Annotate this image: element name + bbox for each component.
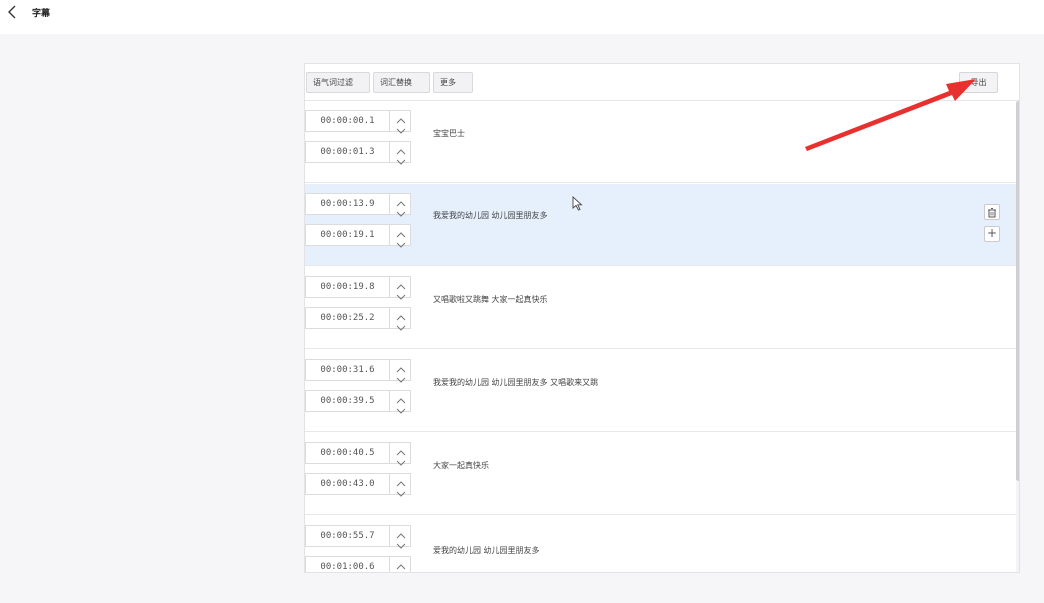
subtitle-row[interactable]: 00:00:00.1 00:00:01.3 宝宝巴士 xyxy=(305,101,1016,183)
subtitle-editor-panel: 语气词过滤 词汇替换 更多 导出 00:00:00.1 00:00:01.3 宝… xyxy=(304,63,1020,573)
start-time-value[interactable]: 00:00:31.6 xyxy=(306,360,390,380)
start-time-value[interactable]: 00:00:19.8 xyxy=(306,277,390,297)
more-button[interactable]: 更多 xyxy=(433,72,473,93)
chevron-down-icon[interactable] xyxy=(394,536,408,549)
start-time-field[interactable]: 00:00:55.7 xyxy=(305,525,411,549)
subtitle-row[interactable]: 00:00:31.6 00:00:39.5 我爱我的幼儿园 幼儿园里朋友多 又唱… xyxy=(305,350,1016,432)
subtitle-text[interactable]: 我爱我的幼儿园 幼儿园里朋友多 又唱歌来又跳 xyxy=(433,377,598,388)
end-time-field[interactable]: 00:00:19.1 xyxy=(305,224,411,248)
start-time-stepper[interactable] xyxy=(392,111,410,134)
chevron-up-icon[interactable] xyxy=(394,142,408,155)
add-row-button[interactable]: + xyxy=(984,226,1000,242)
end-time-value[interactable]: 00:01:00.6 xyxy=(306,557,390,572)
start-time-value[interactable]: 00:00:00.1 xyxy=(306,111,390,131)
word-replace-button[interactable]: 词汇替换 xyxy=(373,72,430,93)
end-time-stepper[interactable] xyxy=(392,474,410,497)
chevron-up-icon[interactable] xyxy=(394,526,408,539)
end-time-stepper[interactable] xyxy=(392,391,410,414)
start-time-stepper[interactable] xyxy=(392,194,410,217)
start-time-value[interactable]: 00:00:40.5 xyxy=(306,443,390,463)
chevron-down-icon[interactable] xyxy=(394,484,408,497)
start-time-stepper[interactable] xyxy=(392,526,410,549)
chevron-up-icon[interactable] xyxy=(394,360,408,373)
chevron-up-icon[interactable] xyxy=(394,391,408,404)
start-time-field[interactable]: 00:00:00.1 xyxy=(305,110,411,134)
chevron-up-icon[interactable] xyxy=(394,443,408,456)
chevron-up-icon[interactable] xyxy=(394,194,408,207)
start-time-field[interactable]: 00:00:40.5 xyxy=(305,442,411,466)
vertical-scrollbar[interactable] xyxy=(1016,101,1019,572)
subtitle-row[interactable]: 00:00:40.5 00:00:43.0 大家一起真快乐 xyxy=(305,433,1016,515)
end-time-value[interactable]: 00:00:25.2 xyxy=(306,308,390,328)
subtitle-text[interactable]: 宝宝巴士 xyxy=(433,128,465,139)
chevron-up-icon[interactable] xyxy=(394,225,408,238)
filter-fillers-button[interactable]: 语气词过滤 xyxy=(306,72,370,93)
subtitle-text[interactable]: 大家一起真快乐 xyxy=(433,460,489,471)
end-time-field[interactable]: 00:00:25.2 xyxy=(305,307,411,331)
chevron-down-icon[interactable] xyxy=(394,235,408,248)
end-time-stepper[interactable] xyxy=(392,557,410,572)
top-bar: 字幕 xyxy=(0,0,1044,34)
end-time-value[interactable]: 00:00:19.1 xyxy=(306,225,390,245)
delete-row-button[interactable] xyxy=(984,204,1000,220)
chevron-up-icon[interactable] xyxy=(394,308,408,321)
back-button[interactable] xyxy=(2,2,22,22)
chevron-down-icon[interactable] xyxy=(394,401,408,414)
chevron-down-icon[interactable] xyxy=(394,370,408,383)
chevron-down-icon[interactable] xyxy=(394,204,408,217)
end-time-value[interactable]: 00:00:43.0 xyxy=(306,474,390,494)
chevron-up-icon[interactable] xyxy=(394,557,408,570)
chevron-down-icon[interactable] xyxy=(394,318,408,331)
subtitle-text[interactable]: 我爱我的幼儿园 幼儿园里朋友多 xyxy=(433,210,548,221)
subtitle-text[interactable]: 爱我的幼儿园 幼儿园里朋友多 xyxy=(433,545,540,556)
end-time-stepper[interactable] xyxy=(392,142,410,165)
chevron-down-icon[interactable] xyxy=(394,152,408,165)
start-time-value[interactable]: 00:00:13.9 xyxy=(306,194,390,214)
chevron-down-icon[interactable] xyxy=(394,567,408,572)
chevron-down-icon[interactable] xyxy=(394,287,408,300)
end-time-field[interactable]: 00:00:43.0 xyxy=(305,473,411,497)
chevron-up-icon[interactable] xyxy=(394,111,408,124)
subtitle-list: 00:00:00.1 00:00:01.3 宝宝巴士 00:00:13.9 00… xyxy=(305,101,1016,572)
chevron-down-icon[interactable] xyxy=(394,453,408,466)
start-time-stepper[interactable] xyxy=(392,360,410,383)
end-time-field[interactable]: 00:01:00.6 xyxy=(305,556,411,572)
scrollbar-thumb[interactable] xyxy=(1016,101,1019,481)
trash-icon xyxy=(988,208,996,218)
end-time-value[interactable]: 00:00:01.3 xyxy=(306,142,390,162)
editor-toolbar: 语气词过滤 词汇替换 更多 导出 xyxy=(305,64,1019,101)
start-time-stepper[interactable] xyxy=(392,443,410,466)
start-time-value[interactable]: 00:00:55.7 xyxy=(306,526,390,546)
start-time-field[interactable]: 00:00:31.6 xyxy=(305,359,411,383)
subtitle-row[interactable]: 00:00:55.7 00:01:00.6 爱我的幼儿园 幼儿园里朋友多 xyxy=(305,516,1016,572)
start-time-stepper[interactable] xyxy=(392,277,410,300)
start-time-field[interactable]: 00:00:13.9 xyxy=(305,193,411,217)
chevron-up-icon[interactable] xyxy=(394,474,408,487)
end-time-field[interactable]: 00:00:39.5 xyxy=(305,390,411,414)
end-time-field[interactable]: 00:00:01.3 xyxy=(305,141,411,165)
chevron-up-icon[interactable] xyxy=(394,277,408,290)
end-time-stepper[interactable] xyxy=(392,308,410,331)
end-time-stepper[interactable] xyxy=(392,225,410,248)
chevron-left-icon xyxy=(8,5,16,19)
mouse-cursor-icon xyxy=(572,196,583,211)
chevron-down-icon[interactable] xyxy=(394,121,408,134)
start-time-field[interactable]: 00:00:19.8 xyxy=(305,276,411,300)
end-time-value[interactable]: 00:00:39.5 xyxy=(306,391,390,411)
subtitle-row[interactable]: 00:00:19.8 00:00:25.2 又唱歌啦又跳舞 大家一起真快乐 xyxy=(305,267,1016,349)
subtitle-text[interactable]: 又唱歌啦又跳舞 大家一起真快乐 xyxy=(433,294,548,305)
subtitle-row-selected[interactable]: 00:00:13.9 00:00:19.1 我爱我的幼儿园 幼儿园里朋友多 + xyxy=(305,184,1016,266)
export-button[interactable]: 导出 xyxy=(959,72,998,93)
page-title: 字幕 xyxy=(32,9,51,19)
